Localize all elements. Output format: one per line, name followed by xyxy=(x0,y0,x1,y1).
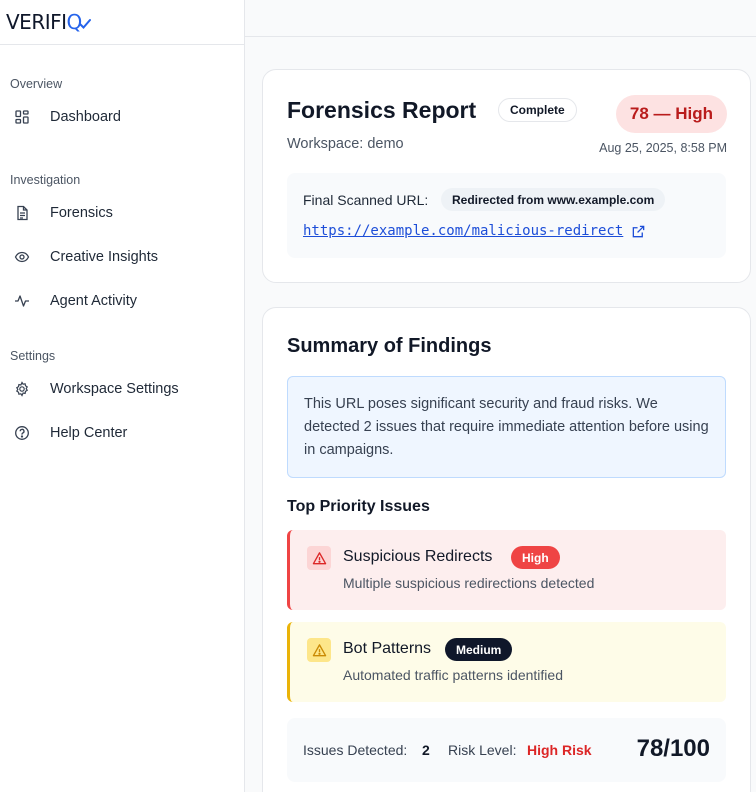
risk-score: 78/100 xyxy=(636,735,710,762)
app-logo[interactable]: VERIFI Q xyxy=(6,10,91,34)
eye-icon xyxy=(14,249,30,265)
sidebar-item-label: Workspace Settings xyxy=(50,381,179,397)
warning-icon xyxy=(307,638,331,662)
issue-item-bot-patterns[interactable]: Bot Patterns Medium Automated traffic pa… xyxy=(287,622,726,702)
issues-detected-label: Issues Detected: xyxy=(303,742,408,758)
issue-description: Automated traffic patterns identified xyxy=(343,667,563,683)
sidebar-item-agent-activity[interactable]: Agent Activity xyxy=(0,283,244,319)
sidebar-item-workspace-settings[interactable]: Workspace Settings xyxy=(0,371,244,407)
issue-item-suspicious-redirects[interactable]: Suspicious Redirects High Multiple suspi… xyxy=(287,530,726,610)
sidebar: VERIFI Q Overview Dashboard Investigation… xyxy=(0,0,245,792)
sidebar-item-label: Help Center xyxy=(50,425,128,441)
sidebar-item-label: Creative Insights xyxy=(50,249,158,265)
risk-level-value: High Risk xyxy=(527,742,592,758)
issues-heading: Top Priority Issues xyxy=(287,498,430,515)
grid-icon xyxy=(14,109,30,125)
report-card: Forensics Report Complete 78 — High Work… xyxy=(262,69,751,283)
sidebar-item-label: Dashboard xyxy=(50,109,121,125)
report-timestamp: Aug 25, 2025, 8:58 PM xyxy=(599,141,727,155)
sidebar-item-dashboard[interactable]: Dashboard xyxy=(0,99,244,135)
scanned-url-panel: Final Scanned URL: Redirected from www.e… xyxy=(287,173,726,258)
issues-detected-value: 2 xyxy=(422,742,430,758)
page-title: Forensics Report xyxy=(287,97,477,123)
redirect-badge: Redirected from www.example.com xyxy=(441,188,666,211)
nav-section-overview: Overview xyxy=(10,77,63,91)
severity-badge: High xyxy=(511,546,560,569)
severity-badge: Medium xyxy=(445,638,513,661)
document-icon xyxy=(14,205,30,221)
top-bar xyxy=(245,0,756,37)
workspace-label: Workspace: demo xyxy=(287,136,404,152)
gear-icon xyxy=(14,381,30,397)
logo-prefix: VERIFI xyxy=(6,10,67,34)
scanned-url-label: Final Scanned URL: xyxy=(303,192,429,208)
activity-icon xyxy=(14,293,30,309)
scanned-url-text: https://example.com/malicious-redirect xyxy=(303,223,624,239)
risk-score-badge: 78 — High xyxy=(615,95,727,133)
logo-check-icon xyxy=(78,19,91,29)
issue-description: Multiple suspicious redirections detecte… xyxy=(343,575,595,591)
risk-level-label: Risk Level: xyxy=(448,742,517,758)
logo-bar: VERIFI Q xyxy=(0,0,244,45)
sidebar-item-label: Agent Activity xyxy=(50,293,138,309)
summary-text: This URL poses significant security and … xyxy=(287,376,726,478)
sidebar-item-forensics[interactable]: Forensics xyxy=(0,195,244,231)
warning-icon xyxy=(307,546,331,570)
summary-card: Summary of Findings This URL poses signi… xyxy=(262,307,751,792)
stats-panel: Issues Detected: 2 Risk Level: High Risk… xyxy=(287,718,726,782)
summary-title: Summary of Findings xyxy=(287,335,492,357)
help-circle-icon xyxy=(14,425,30,441)
sidebar-item-creative-insights[interactable]: Creative Insights xyxy=(0,239,244,275)
external-link-icon xyxy=(631,224,646,239)
issue-title: Suspicious Redirects xyxy=(343,548,493,565)
nav-section-investigation: Investigation xyxy=(10,173,81,187)
sidebar-item-label: Forensics xyxy=(50,205,113,221)
main-content: Forensics Report Complete 78 — High Work… xyxy=(245,0,756,792)
issue-title: Bot Patterns xyxy=(343,640,432,657)
status-badge: Complete xyxy=(498,98,577,122)
scanned-url-link[interactable]: https://example.com/malicious-redirect xyxy=(303,223,646,239)
sidebar-item-help-center[interactable]: Help Center xyxy=(0,415,244,451)
nav-section-settings: Settings xyxy=(10,349,56,363)
